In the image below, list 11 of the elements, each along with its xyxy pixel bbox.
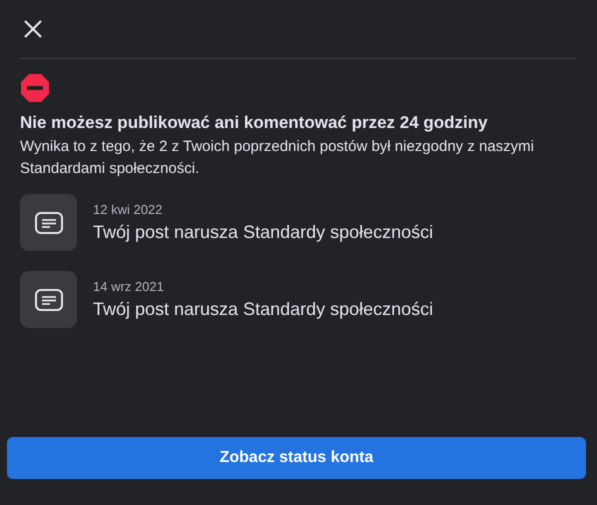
post-icon [20,194,77,251]
violation-date: 14 wrz 2021 [93,279,165,294]
post-icon [20,271,77,328]
violation-text: Twój post narusza Standardy społeczności [93,299,434,320]
violation-date: 12 kwi 2022 [93,202,164,217]
close-button[interactable] [22,18,44,40]
restriction-title: Nie możesz publikować ani komentować przez 24 godziny [20,113,489,133]
account-status-button[interactable]: Zobacz status konta [7,437,586,479]
restriction-description: Wynika to z tego, że 2 z Twoich poprzednich postów był niezgodny z naszymi Standardami społeczności. [20,137,536,179]
stop-icon [20,73,50,103]
violation-text: Twój post narusza Standardy społeczności [93,222,434,243]
